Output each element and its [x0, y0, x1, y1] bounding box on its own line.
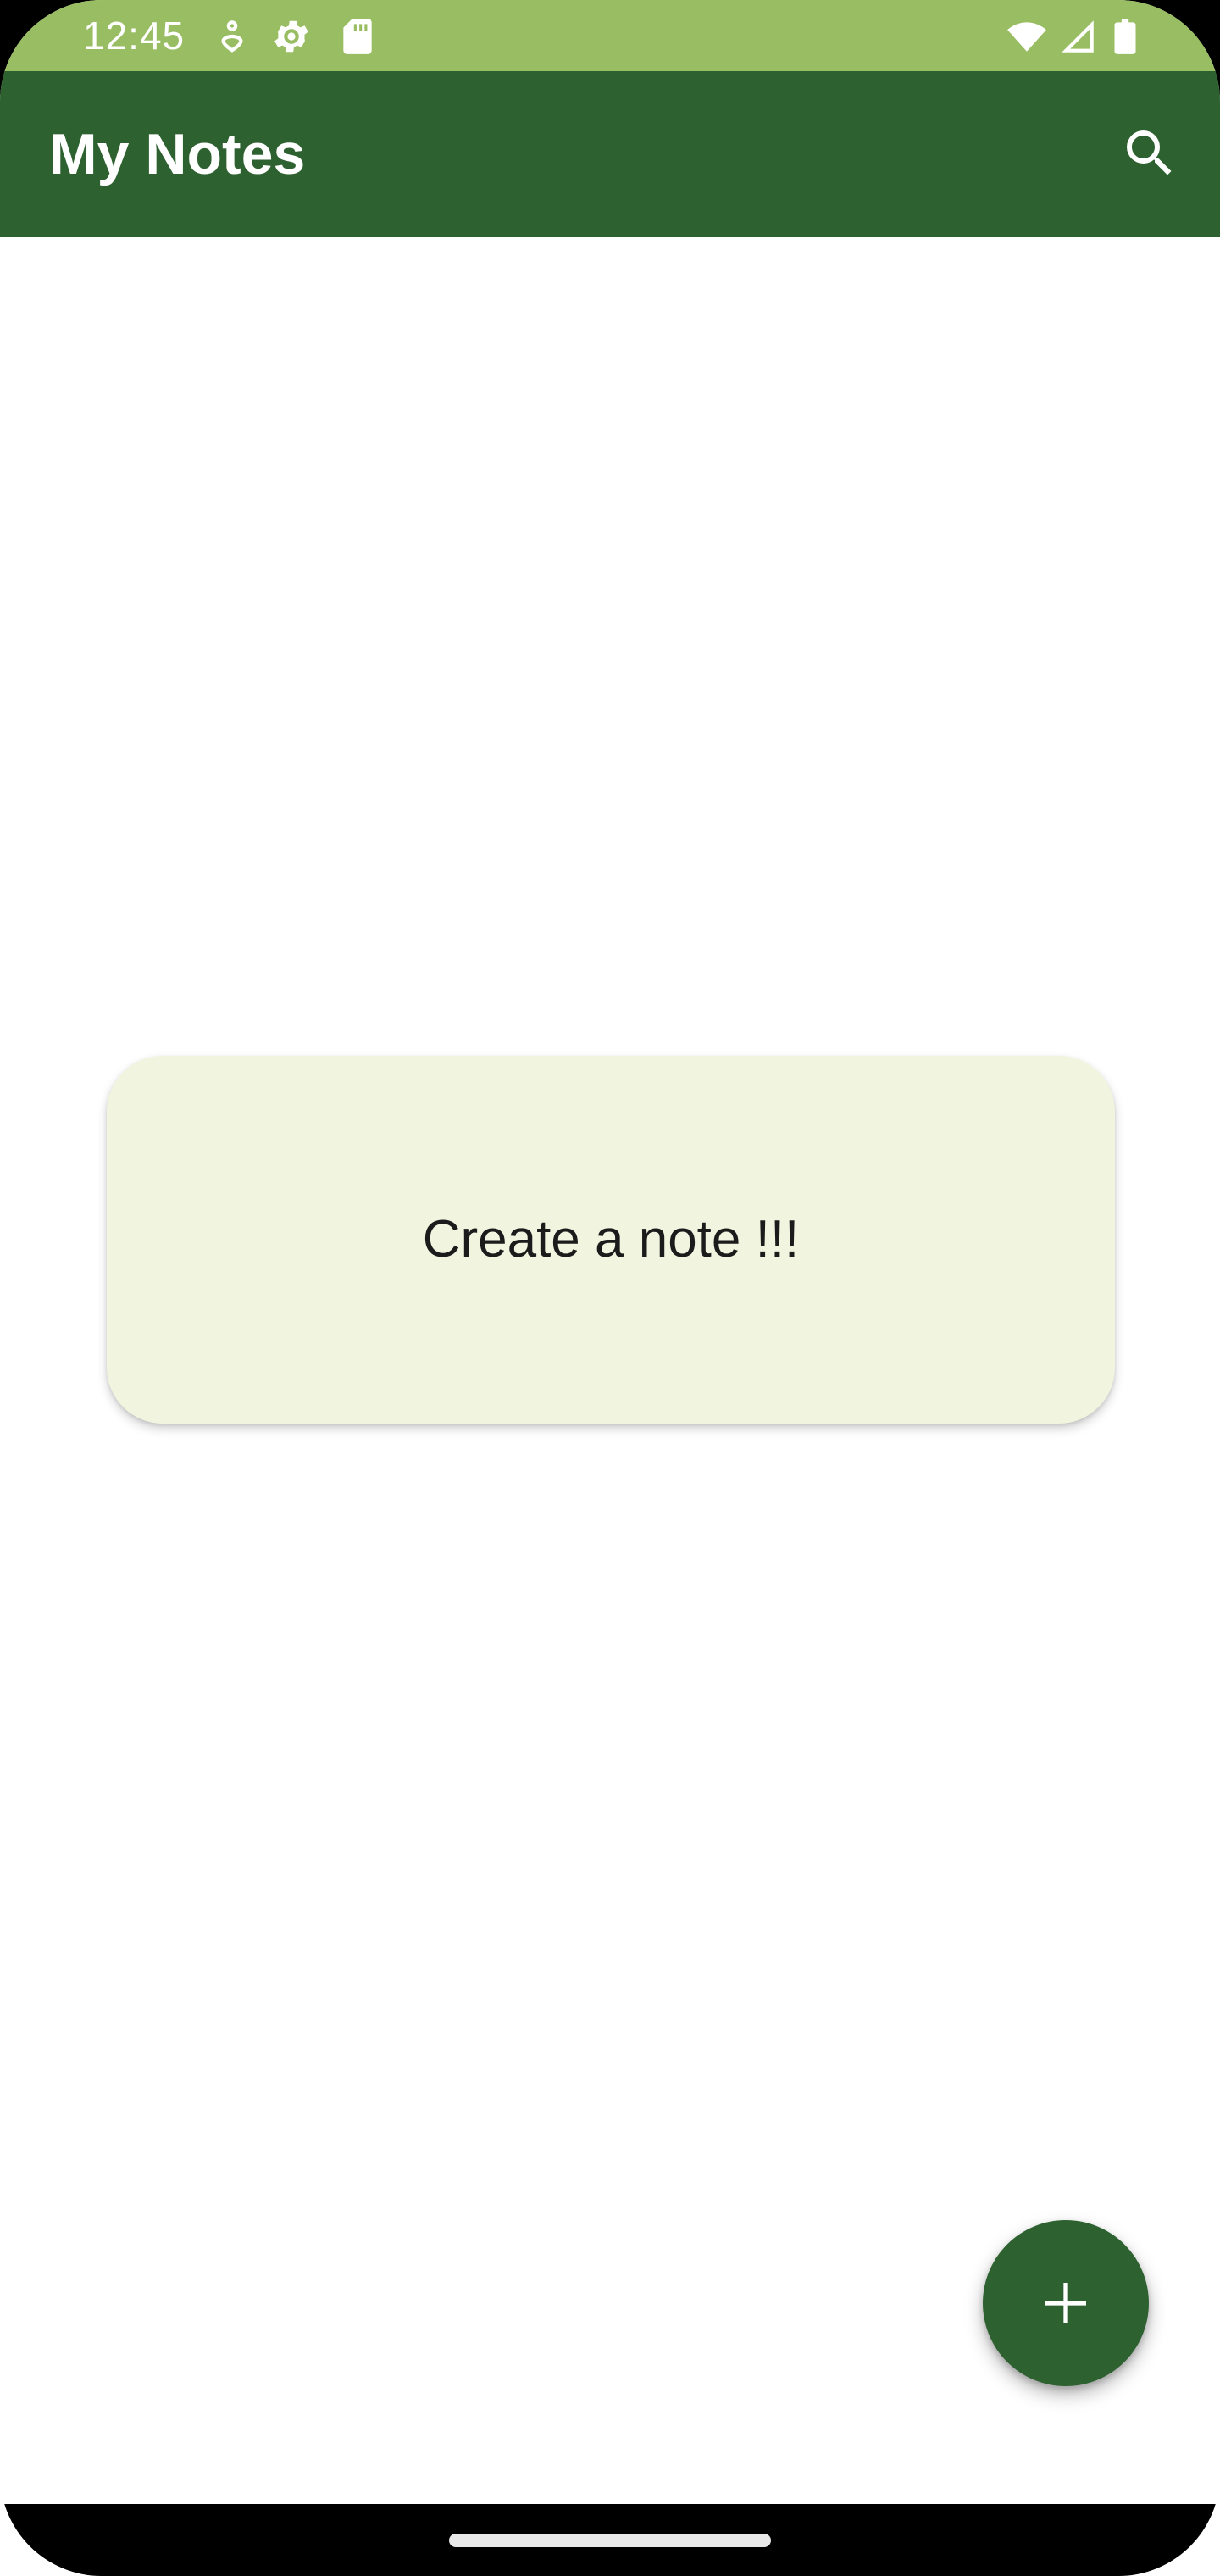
wifi-icon	[1005, 15, 1049, 58]
app-bar: My Notes	[0, 71, 1220, 237]
navigation-bar	[0, 2504, 1220, 2576]
settings-gear-icon	[269, 15, 313, 58]
status-bar: 12:45	[0, 0, 1220, 71]
app-screen: 12:45 My Notes Create a note !!!	[0, 0, 1220, 2576]
plus-icon	[1039, 2276, 1093, 2330]
display-corner-right	[1118, 2474, 1220, 2576]
page-title: My Notes	[49, 122, 306, 186]
health-icon	[210, 15, 254, 58]
status-time: 12:45	[83, 14, 186, 58]
display-corner-left	[0, 2474, 102, 2576]
gesture-handle[interactable]	[449, 2534, 771, 2547]
battery-icon	[1103, 15, 1147, 58]
empty-state-message: Create a note !!!	[422, 1210, 800, 1269]
cellular-signal-icon	[1056, 15, 1100, 58]
search-icon	[1119, 123, 1180, 184]
add-note-button[interactable]	[983, 2220, 1149, 2386]
empty-state-card: Create a note !!!	[107, 1056, 1115, 1424]
search-button[interactable]	[1112, 115, 1188, 192]
sd-card-icon	[336, 15, 380, 58]
